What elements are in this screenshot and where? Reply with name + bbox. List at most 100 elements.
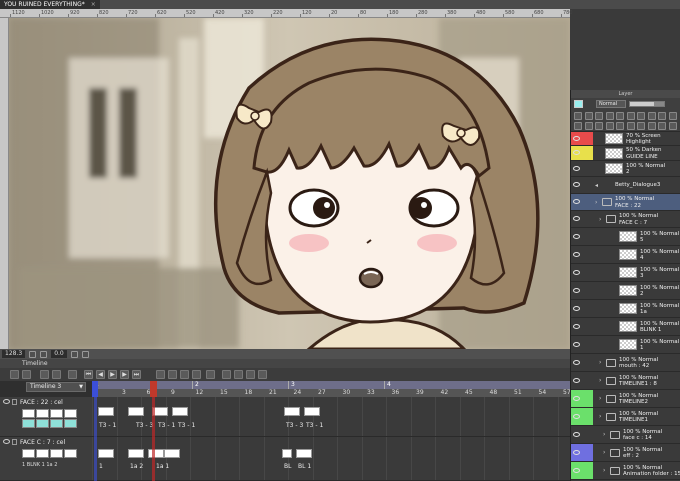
layer-row[interactable]: 50 % Darken GUIDE LINE: [571, 146, 680, 161]
track-lock-icon[interactable]: [12, 399, 17, 405]
layer-row[interactable]: 100 % Normal 4: [571, 246, 680, 264]
track-visibility-eye-icon[interactable]: [3, 399, 10, 404]
timeline-cel[interactable]: [98, 449, 114, 458]
zoom-out-timeline-icon[interactable]: [40, 370, 49, 379]
timeline-cel[interactable]: [148, 449, 164, 458]
layer-row[interactable]: 100 % Normal BLINK 1: [571, 318, 680, 336]
timeline-cel[interactable]: [98, 407, 114, 416]
layer-tool-icon[interactable]: [637, 112, 645, 120]
eye-icon[interactable]: [573, 467, 580, 473]
zoom-out-icon[interactable]: [29, 350, 37, 358]
cel-thumb[interactable]: [22, 419, 35, 428]
track-body-face[interactable]: T3 - 1 T3 - 3 T3 - 1 T3 - 1 T3 - 3 T3 - 1: [92, 397, 570, 437]
eye-icon[interactable]: [573, 323, 580, 329]
chevron-right-icon[interactable]: ›: [599, 359, 601, 366]
track-header-face[interactable]: FACE : 22 : cel: [0, 397, 92, 437]
timeline-cel[interactable]: [284, 407, 300, 416]
track-visibility-eye-icon[interactable]: [3, 439, 10, 444]
layer-row[interactable]: 100 % Normal 2: [571, 161, 680, 177]
new-cel-icon[interactable]: [156, 370, 165, 379]
eye-icon[interactable]: [573, 377, 580, 383]
rotation-field[interactable]: 0.0: [51, 350, 67, 358]
layer-row[interactable]: › 100 % Normal eff : 2: [571, 444, 680, 462]
blend-mode-select[interactable]: Normal: [596, 100, 626, 108]
first-frame-icon[interactable]: ⏮: [84, 370, 93, 379]
cel-thumb[interactable]: [50, 449, 63, 458]
layer-lock-column[interactable]: [583, 444, 593, 461]
layer-lock-column[interactable]: [583, 228, 593, 245]
layer-row[interactable]: ◂ Betty_Dialogue3: [571, 177, 680, 194]
timeline-cel[interactable]: [128, 449, 144, 458]
chevron-right-icon[interactable]: ›: [599, 377, 601, 384]
flip-icon[interactable]: [81, 350, 89, 358]
eye-icon[interactable]: [573, 135, 580, 141]
layer-lock-column[interactable]: [583, 146, 593, 160]
eye-icon[interactable]: [573, 233, 580, 239]
eye-icon[interactable]: [573, 431, 580, 437]
layer-row[interactable]: 100 % Normal 5: [571, 228, 680, 246]
layer-lock-column[interactable]: [583, 372, 593, 389]
eye-icon[interactable]: [573, 395, 580, 401]
layer-row[interactable]: › 100 % Normal FACE : 22: [571, 194, 680, 211]
clear-cel-icon[interactable]: [206, 370, 215, 379]
layer-tool-icon[interactable]: [647, 112, 656, 120]
layer-lock-column[interactable]: [583, 462, 593, 479]
layer-lock-column[interactable]: [583, 282, 593, 299]
rotate-icon[interactable]: [70, 350, 78, 358]
layer-tool-icon[interactable]: [605, 112, 614, 120]
eye-icon[interactable]: [573, 165, 580, 171]
cel-copy-icon[interactable]: [180, 370, 189, 379]
chevron-right-icon[interactable]: ›: [599, 216, 601, 223]
layer-tool-icon[interactable]: [668, 122, 677, 130]
layer-row[interactable]: 100 % Normal 3: [571, 264, 680, 282]
layer-lock-column[interactable]: [583, 194, 593, 210]
chevron-right-icon[interactable]: ›: [599, 395, 601, 402]
layer-row[interactable]: › 100 % Normal face c : 14: [571, 426, 680, 444]
zoom-in-timeline-icon[interactable]: [52, 370, 61, 379]
layer-lock-column[interactable]: [583, 300, 593, 317]
layer-lock-column[interactable]: [583, 211, 593, 227]
layer-tool-icon[interactable]: [637, 122, 645, 130]
eye-icon[interactable]: [573, 182, 580, 187]
timeline-cel[interactable]: [304, 407, 320, 416]
cel-thumb[interactable]: [22, 409, 35, 418]
loop-icon[interactable]: [68, 370, 77, 379]
layer-lock-column[interactable]: [583, 336, 593, 353]
layer-tool-icon[interactable]: [574, 122, 582, 130]
eye-icon[interactable]: [573, 413, 580, 419]
timeline-cel[interactable]: [164, 449, 180, 458]
edit-icon[interactable]: [258, 370, 267, 379]
layer-tool-icon[interactable]: [658, 112, 666, 120]
light-table-icon[interactable]: [246, 370, 255, 379]
timeline-cel[interactable]: [282, 449, 292, 458]
layer-lock-column[interactable]: [583, 318, 593, 335]
cel-thumb[interactable]: [64, 419, 77, 428]
layer-lock-column[interactable]: [583, 246, 593, 263]
cel-thumb[interactable]: [22, 449, 35, 458]
layer-row[interactable]: 100 % Normal 2: [571, 282, 680, 300]
eye-icon[interactable]: [573, 269, 580, 275]
layer-color-swatch[interactable]: [574, 100, 583, 108]
keyframe-icon[interactable]: [222, 370, 231, 379]
layer-tool-icon[interactable]: [584, 112, 593, 120]
document-tab[interactable]: YOU RUINED EVERYTHING* ×: [0, 0, 100, 9]
layer-tool-icon[interactable]: [605, 122, 614, 130]
prev-frame-icon[interactable]: ◀: [96, 370, 105, 379]
layer-tool-icon[interactable]: [647, 122, 656, 130]
timeline-frame-ruler[interactable]: 123436912151821242730333639424548515457: [92, 381, 571, 397]
next-frame-icon[interactable]: ▶: [120, 370, 129, 379]
cel-paste-icon[interactable]: [192, 370, 201, 379]
layer-row[interactable]: › 100 % Normal Animation folder : 15: [571, 462, 680, 480]
layer-row[interactable]: 100 % Normal 1: [571, 336, 680, 354]
chevron-right-icon[interactable]: ›: [595, 199, 597, 206]
opacity-slider[interactable]: [629, 101, 665, 107]
eye-icon[interactable]: [573, 341, 580, 347]
layer-row[interactable]: › 100 % Normal TIMELINE2: [571, 390, 680, 408]
layer-lock-column[interactable]: [583, 132, 593, 145]
eye-icon[interactable]: [573, 216, 580, 221]
layer-tool-icon[interactable]: [574, 112, 582, 120]
layer-row[interactable]: › 100 % Normal TIMELINE1: [571, 408, 680, 426]
drawing-canvas[interactable]: [9, 18, 570, 349]
layer-tool-icon[interactable]: [584, 122, 593, 130]
layer-lock-column[interactable]: [583, 161, 593, 176]
